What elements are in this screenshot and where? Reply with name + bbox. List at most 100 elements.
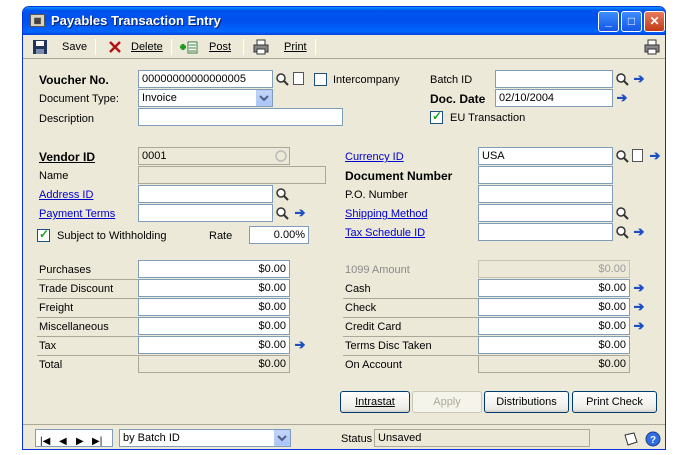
print-check-button[interactable]: Print Check bbox=[572, 391, 657, 413]
lookup-icon[interactable] bbox=[275, 72, 289, 86]
post-icon bbox=[180, 41, 198, 54]
amount-1099-field: $0.00 bbox=[478, 260, 630, 278]
apply-button[interactable]: Apply bbox=[412, 391, 482, 413]
expand-arrow-icon[interactable]: ➔ bbox=[632, 300, 646, 314]
next-record-icon[interactable]: ▶ bbox=[76, 436, 84, 447]
on-account-field: $0.00 bbox=[478, 355, 630, 373]
document-number-field[interactable] bbox=[478, 166, 613, 184]
credit-card-field[interactable]: $0.00 bbox=[478, 317, 630, 335]
freight-field[interactable]: $0.00 bbox=[138, 298, 290, 316]
previous-record-icon[interactable]: ◀ bbox=[59, 436, 67, 447]
lookup-icon[interactable] bbox=[615, 206, 629, 220]
distributions-button[interactable]: Distributions bbox=[484, 391, 569, 413]
toolbar-separator bbox=[243, 39, 244, 55]
lookup-icon[interactable] bbox=[615, 72, 629, 86]
po-number-field[interactable] bbox=[478, 185, 613, 203]
lookup-icon[interactable] bbox=[615, 225, 629, 239]
check-label: Check bbox=[345, 302, 377, 314]
total-label: Total bbox=[39, 359, 63, 371]
expand-arrow-icon[interactable]: ➔ bbox=[648, 149, 662, 163]
status-field: Unsaved bbox=[374, 429, 590, 447]
new-document-icon[interactable] bbox=[293, 72, 304, 85]
row-divider bbox=[343, 298, 478, 299]
miscellaneous-field[interactable]: $0.00 bbox=[138, 317, 290, 335]
expand-arrow-icon[interactable]: ➔ bbox=[632, 72, 646, 86]
shipping-method-link[interactable]: Shipping Method bbox=[345, 206, 428, 222]
voucher-field[interactable]: 00000000000000005 bbox=[138, 70, 273, 88]
sort-order-dropdown[interactable]: by Batch ID bbox=[119, 429, 291, 447]
currency-id-link[interactable]: Currency ID bbox=[345, 149, 404, 165]
first-record-icon[interactable]: |◀ bbox=[40, 436, 50, 447]
rate-field[interactable]: 0.00% bbox=[249, 226, 309, 244]
lookup-icon[interactable] bbox=[615, 149, 629, 163]
expand-arrow-icon[interactable]: ➔ bbox=[615, 91, 629, 105]
withholding-checkbox[interactable] bbox=[37, 227, 50, 242]
help-icon[interactable]: ? bbox=[645, 431, 661, 447]
expand-arrow-icon[interactable]: ➔ bbox=[632, 319, 646, 333]
vendor-id-field[interactable]: 0001 bbox=[138, 147, 290, 165]
batch-id-label: Batch ID bbox=[430, 74, 473, 86]
shipping-method-field[interactable] bbox=[478, 204, 613, 222]
document-type-label: Document Type: bbox=[39, 93, 119, 105]
lookup-icon[interactable] bbox=[275, 206, 289, 220]
expand-arrow-icon[interactable]: ➔ bbox=[293, 338, 307, 352]
print-button[interactable]: Print bbox=[284, 39, 307, 55]
minimize-button[interactable]: _ bbox=[598, 11, 619, 32]
batch-id-field[interactable] bbox=[495, 70, 613, 88]
doc-date-label: Doc. Date bbox=[430, 92, 486, 106]
record-navigator: |◀ ◀ ▶ ▶| bbox=[35, 429, 113, 447]
row-divider bbox=[343, 317, 478, 318]
cash-label: Cash bbox=[345, 283, 371, 295]
amount-1099-label: 1099 Amount bbox=[345, 264, 410, 276]
document-type-value: Invoice bbox=[142, 92, 177, 104]
maximize-button[interactable]: □ bbox=[621, 11, 642, 32]
delete-button[interactable]: Delete bbox=[131, 39, 163, 55]
document-type-dropdown[interactable]: Invoice bbox=[138, 89, 273, 107]
tax-schedule-field[interactable] bbox=[478, 223, 613, 241]
new-document-icon[interactable] bbox=[632, 149, 643, 162]
address-id-link[interactable]: Address ID bbox=[39, 187, 93, 203]
credit-card-label: Credit Card bbox=[345, 321, 402, 333]
last-record-icon[interactable]: ▶| bbox=[92, 436, 102, 447]
payment-terms-field[interactable] bbox=[138, 204, 273, 222]
trade-discount-field[interactable]: $0.00 bbox=[138, 279, 290, 297]
doc-date-field[interactable]: 02/10/2004 bbox=[495, 89, 613, 107]
expand-arrow-icon[interactable]: ➔ bbox=[293, 206, 307, 220]
check-field[interactable]: $0.00 bbox=[478, 298, 630, 316]
status-label: Status bbox=[341, 433, 373, 445]
payables-window: ▦ Payables Transaction Entry _ □ ✕ Save … bbox=[22, 6, 666, 450]
expand-arrow-icon[interactable]: ➔ bbox=[632, 225, 646, 239]
toolbar-separator bbox=[95, 39, 96, 55]
chevron-down-icon[interactable] bbox=[256, 90, 272, 106]
purchases-field[interactable]: $0.00 bbox=[138, 260, 290, 278]
cash-field[interactable]: $0.00 bbox=[478, 279, 630, 297]
tax-schedule-link[interactable]: Tax Schedule ID bbox=[345, 225, 425, 241]
row-divider bbox=[343, 336, 478, 337]
row-divider bbox=[343, 355, 478, 356]
expand-arrow-icon[interactable]: ➔ bbox=[632, 281, 646, 295]
intercompany-checkbox[interactable] bbox=[314, 73, 327, 86]
save-button[interactable]: Save bbox=[62, 39, 87, 55]
currency-id-field[interactable]: USA bbox=[478, 147, 613, 165]
terms-disc-taken-field[interactable]: $0.00 bbox=[478, 336, 630, 354]
tax-field[interactable]: $0.00 bbox=[138, 336, 290, 354]
status-bar: |◀ ◀ ▶ ▶| by Batch ID Status Unsaved ? bbox=[23, 424, 665, 449]
post-button[interactable]: Post bbox=[209, 39, 231, 55]
title-bar: ▦ Payables Transaction Entry _ □ ✕ bbox=[23, 7, 665, 35]
description-field[interactable] bbox=[138, 108, 343, 126]
close-button[interactable]: ✕ bbox=[644, 11, 665, 32]
voucher-label: Voucher No. bbox=[39, 73, 109, 87]
svg-text:?: ? bbox=[650, 435, 656, 446]
intrastat-button[interactable]: Intrastat bbox=[340, 391, 410, 413]
address-id-field[interactable] bbox=[138, 185, 273, 203]
eu-transaction-checkbox[interactable] bbox=[430, 109, 443, 124]
payment-terms-link[interactable]: Payment Terms bbox=[39, 206, 115, 222]
row-divider bbox=[37, 355, 138, 356]
trade-discount-label: Trade Discount bbox=[39, 283, 114, 295]
chevron-down-icon[interactable] bbox=[274, 430, 290, 446]
lookup-icon[interactable] bbox=[275, 187, 289, 201]
purchases-label: Purchases bbox=[39, 264, 91, 276]
printer-icon bbox=[253, 39, 269, 55]
print-window-icon[interactable] bbox=[644, 39, 660, 55]
note-icon[interactable] bbox=[623, 431, 639, 447]
